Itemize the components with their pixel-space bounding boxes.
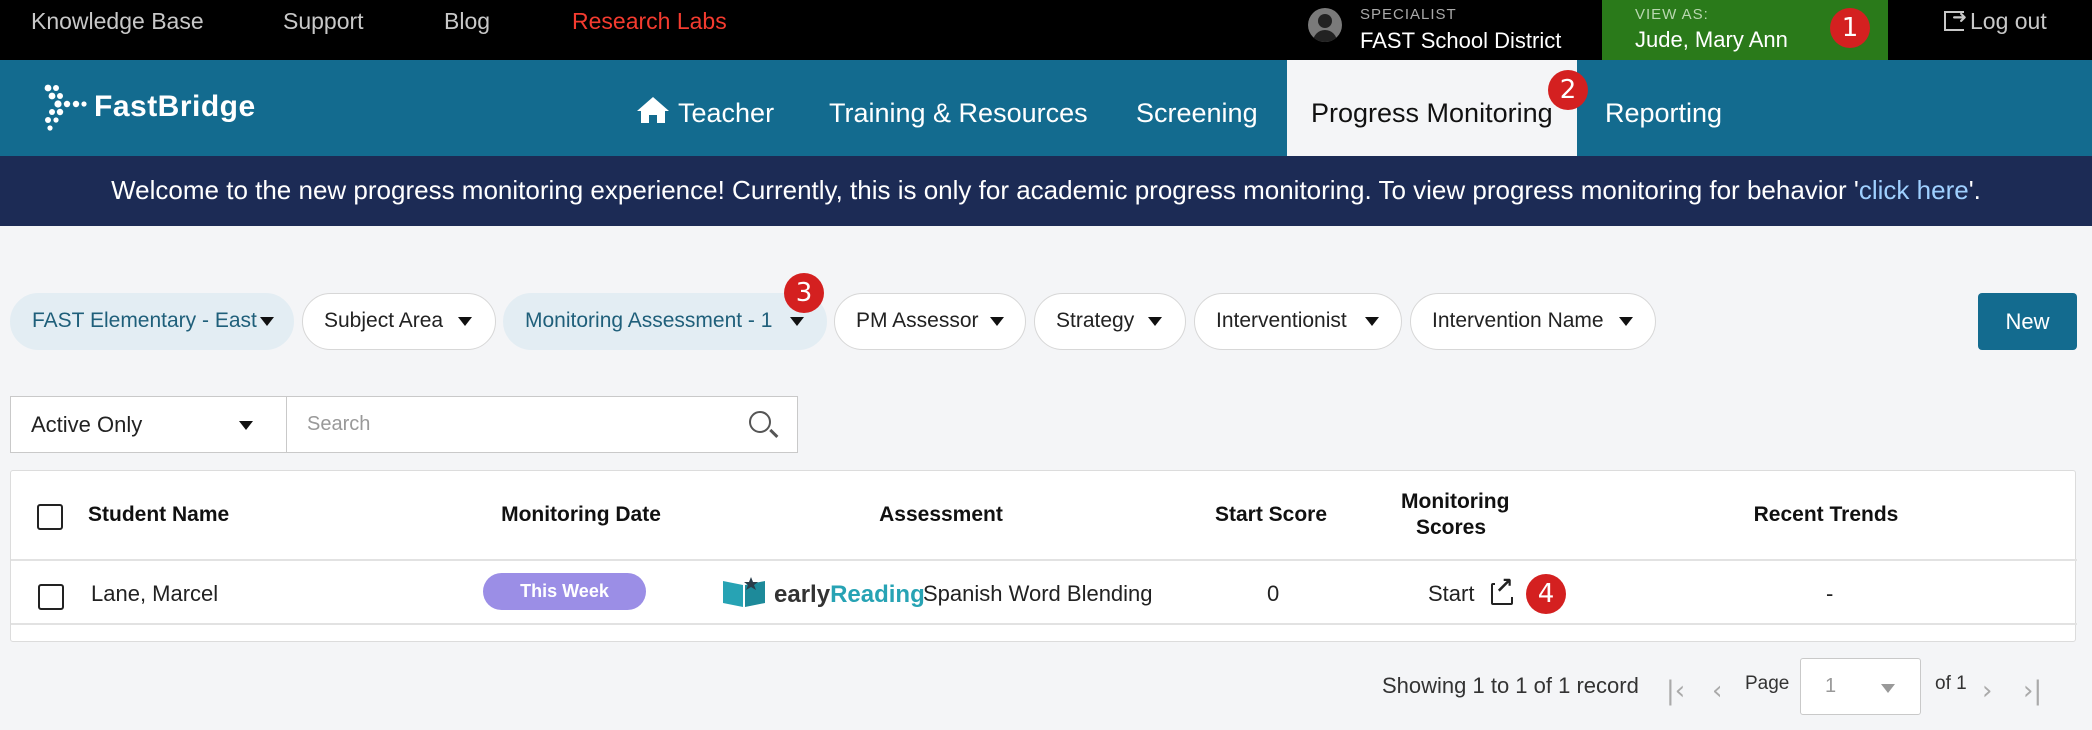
wordmark-early: early <box>774 581 831 608</box>
filter-interventionist-label: Interventionist <box>1216 309 1347 332</box>
filter-school-label: FAST Elementary - East <box>32 309 257 332</box>
caret-down-icon <box>260 317 274 326</box>
utility-bar: Knowledge Base Support Blog Research Lab… <box>0 0 2092 60</box>
caret-down-icon <box>458 317 472 326</box>
header-student-name[interactable]: Student Name <box>88 502 229 528</box>
caret-down-icon <box>1881 684 1895 693</box>
banner-text: Welcome to the new progress monitoring e… <box>111 175 1859 205</box>
filter-strategy[interactable]: Strategy <box>1034 293 1186 350</box>
filter-monitoring-assessment[interactable]: Monitoring Assessment - 1 <box>503 293 827 350</box>
logo-mark-icon <box>44 84 87 131</box>
wordmark-reading: Reading <box>830 581 925 608</box>
filter-strategy-label: Strategy <box>1056 309 1135 332</box>
support-link[interactable]: Support <box>283 8 364 35</box>
caret-down-icon <box>1365 317 1379 326</box>
header-assessment[interactable]: Assessment <box>791 502 1091 528</box>
filter-pm-assessor[interactable]: PM Assessor <box>834 293 1026 350</box>
nav-screening[interactable]: Screening <box>1136 60 1258 156</box>
filter-school[interactable]: FAST Elementary - East <box>10 293 294 350</box>
callout-badge-1: 1 <box>1830 8 1870 48</box>
filter-intervention-name[interactable]: Intervention Name <box>1410 293 1656 350</box>
early-reading-wordmark: earlyReading <box>774 581 925 609</box>
caret-down-icon <box>1148 317 1162 326</box>
page-select-value: 1 <box>1825 675 1837 697</box>
page-select[interactable]: 1 <box>1800 658 1921 715</box>
header-recent-trends[interactable]: Recent Trends <box>1651 502 2001 528</box>
callout-badge-2: 2 <box>1548 70 1588 110</box>
select-all-checkbox[interactable] <box>37 504 63 530</box>
filter-interventionist[interactable]: Interventionist <box>1194 293 1402 350</box>
header-monitoring-date[interactable]: Monitoring Date <box>431 502 731 528</box>
prev-page-icon[interactable]: ‹ <box>1712 676 1722 706</box>
page-label: Page <box>1745 673 1790 694</box>
district-name: FAST School District <box>1360 28 1562 53</box>
caret-down-icon <box>1619 317 1633 326</box>
students-table: Student Name Monitoring Date Assessment … <box>10 470 2077 642</box>
filter-pm-assessor-label: PM Assessor <box>856 309 979 332</box>
row-divider <box>11 623 2077 625</box>
monitoring-date-badge: This Week <box>483 573 646 610</box>
header-monitoring-scores[interactable]: Monitoring Scores <box>1401 489 1509 541</box>
caret-down-icon <box>790 317 804 326</box>
logout-label: Log out <box>1970 8 2047 34</box>
callout-badge-4: 4 <box>1526 574 1566 614</box>
nav-training-resources[interactable]: Training & Resources <box>829 60 1088 156</box>
logout-link[interactable]: Log out <box>1944 7 2047 35</box>
row-checkbox[interactable] <box>38 584 64 610</box>
status-select-value: Active Only <box>31 412 143 437</box>
info-banner: Welcome to the new progress monitoring e… <box>0 156 2092 226</box>
assessment-name: Spanish Word Blending <box>923 581 1153 606</box>
search-placeholder: Search <box>307 413 371 435</box>
home-icon <box>637 97 669 123</box>
banner-click-here-link[interactable]: click here <box>1859 175 1969 205</box>
pagination-summary: Showing 1 to 1 of 1 record <box>1382 673 1639 698</box>
nav-teacher[interactable]: Teacher <box>636 60 774 156</box>
nav-reporting[interactable]: Reporting <box>1605 60 1722 156</box>
next-page-icon[interactable]: › <box>1982 676 1992 706</box>
specialist-label: SPECIALIST <box>1360 6 1457 23</box>
main-nav: FastBridge Teacher Training & Resources … <box>0 60 2092 156</box>
brand-name: FastBridge <box>94 90 256 123</box>
recent-trends-value: - <box>1826 581 1834 606</box>
view-as-user: Jude, Mary Ann <box>1635 27 1788 52</box>
filter-intervention-name-label: Intervention Name <box>1432 309 1604 332</box>
logout-icon <box>1944 7 1967 31</box>
status-select[interactable]: Active Only <box>10 396 288 453</box>
last-page-icon[interactable]: ›| <box>2023 676 2042 706</box>
callout-badge-3: 3 <box>784 273 824 313</box>
early-reading-logo-icon <box>723 577 765 607</box>
start-monitoring-link[interactable]: Start <box>1428 581 1474 607</box>
nav-teacher-label: Teacher <box>678 98 775 128</box>
page-of-label: of 1 <box>1935 673 1967 694</box>
search-icon[interactable] <box>749 411 771 433</box>
start-score: 0 <box>1267 581 1280 606</box>
user-icon <box>1308 8 1342 42</box>
banner-tail: '. <box>1968 175 1981 205</box>
view-as-label: VIEW AS: <box>1635 6 1709 23</box>
student-name[interactable]: Lane, Marcel <box>91 581 218 607</box>
nav-progress-monitoring[interactable]: Progress Monitoring <box>1287 60 1577 156</box>
filter-subject-area-label: Subject Area <box>324 309 444 332</box>
new-button[interactable]: New <box>1978 293 2077 350</box>
header-divider <box>11 559 2077 561</box>
research-labs-link[interactable]: Research Labs <box>572 8 727 35</box>
filter-subject-area[interactable]: Subject Area <box>302 293 496 350</box>
external-link-icon[interactable] <box>1491 575 1514 605</box>
caret-down-icon <box>990 317 1004 326</box>
search-input[interactable]: Search <box>286 396 798 453</box>
blog-link[interactable]: Blog <box>444 8 490 35</box>
knowledge-base-link[interactable]: Knowledge Base <box>31 8 204 35</box>
header-start-score[interactable]: Start Score <box>1161 502 1381 528</box>
filter-monitoring-assessment-label: Monitoring Assessment - 1 <box>525 309 773 332</box>
caret-down-icon <box>239 421 253 430</box>
first-page-icon[interactable]: |‹ <box>1666 676 1685 706</box>
